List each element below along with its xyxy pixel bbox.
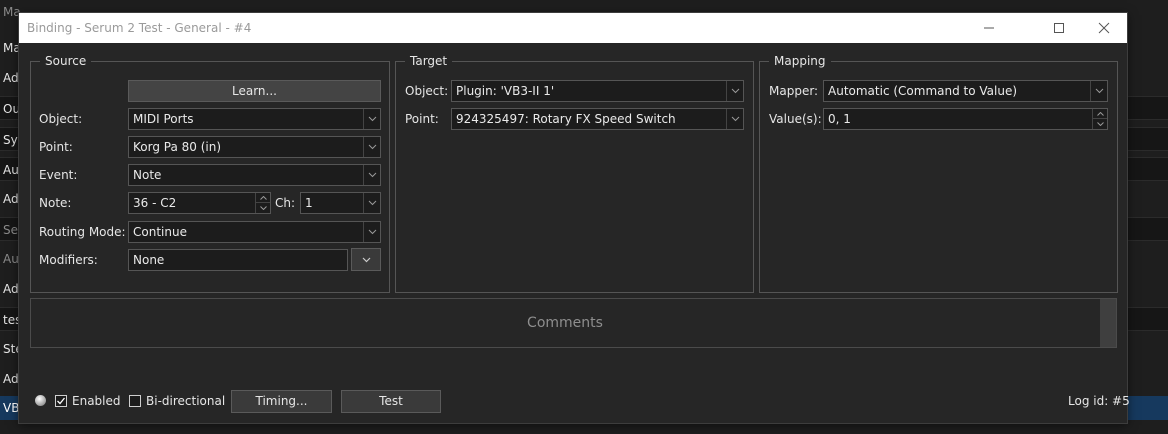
modifiers-value: None xyxy=(133,253,165,267)
target-object-select[interactable]: Plugin: 'VB3-II 1' xyxy=(451,80,744,102)
target-point-select[interactable]: 924325497: Rotary FX Speed Switch xyxy=(451,108,744,130)
source-group-title: Source xyxy=(40,53,92,69)
channel-select[interactable]: 1 xyxy=(300,192,381,214)
source-routing-label: Routing Mode: xyxy=(39,225,126,239)
routing-mode-select[interactable]: Continue xyxy=(128,221,381,243)
enabled-checkbox[interactable] xyxy=(55,395,67,407)
chevron-down-icon[interactable] xyxy=(726,109,743,129)
chevron-down-icon[interactable] xyxy=(726,81,743,101)
target-group-title: Target xyxy=(405,53,453,69)
source-ch-label: Ch: xyxy=(275,196,296,210)
learn-button[interactable]: Learn... xyxy=(128,80,381,102)
source-point-value: Korg Pa 80 (in) xyxy=(133,140,222,154)
chevron-down-icon xyxy=(362,257,370,263)
comments-scrollbar[interactable] xyxy=(1100,299,1116,347)
chevron-down-icon[interactable] xyxy=(363,222,380,242)
target-point-label: Point: xyxy=(405,112,439,126)
routing-mode-value: Continue xyxy=(133,225,187,239)
source-modifiers-label: Modifiers: xyxy=(39,253,98,267)
spin-down-icon[interactable] xyxy=(1093,119,1107,129)
test-button[interactable]: Test xyxy=(341,390,441,413)
spin-up-icon[interactable] xyxy=(256,193,270,203)
note-value: 36 - C2 xyxy=(133,196,177,210)
mapper-value: Automatic (Command to Value) xyxy=(828,84,1018,98)
source-group: Source Learn... Object: MIDI Ports Point… xyxy=(30,53,390,293)
source-point-select[interactable]: Korg Pa 80 (in) xyxy=(128,136,381,158)
note-spinbox[interactable]: 36 - C2 xyxy=(128,192,271,214)
values-value: 0, 1 xyxy=(828,112,851,126)
mapper-label: Mapper: xyxy=(769,84,819,98)
source-event-label: Event: xyxy=(39,168,78,182)
minimize-icon xyxy=(984,27,994,29)
channel-value: 1 xyxy=(305,196,313,210)
close-button[interactable] xyxy=(1081,13,1127,43)
mapper-select[interactable]: Automatic (Command to Value) xyxy=(823,80,1108,102)
values-label: Value(s): xyxy=(769,112,822,126)
comments-placeholder: Comments xyxy=(527,315,603,331)
target-object-label: Object: xyxy=(405,84,449,98)
source-event-select[interactable]: Note xyxy=(128,164,381,186)
source-event-value: Note xyxy=(133,168,162,182)
source-object-select[interactable]: MIDI Ports xyxy=(128,108,381,130)
target-point-value: 924325497: Rotary FX Speed Switch xyxy=(456,112,676,126)
mapping-group: Mapping Mapper: Automatic (Command to Va… xyxy=(759,53,1118,293)
spin-up-icon[interactable] xyxy=(1093,109,1107,119)
chevron-down-icon[interactable] xyxy=(363,165,380,185)
log-id: Log id: #5 xyxy=(1068,394,1130,408)
target-group: Target Object: Plugin: 'VB3-II 1' Point:… xyxy=(395,53,754,293)
mapping-group-title: Mapping xyxy=(769,53,831,69)
timing-button[interactable]: Timing... xyxy=(231,390,332,413)
source-note-label: Note: xyxy=(39,196,72,210)
modifiers-dropdown-button[interactable] xyxy=(351,248,381,271)
maximize-button[interactable] xyxy=(1036,13,1082,43)
enabled-label[interactable]: Enabled xyxy=(72,390,121,412)
spin-down-icon[interactable] xyxy=(256,203,270,213)
source-object-value: MIDI Ports xyxy=(133,112,194,126)
chevron-down-icon[interactable] xyxy=(363,137,380,157)
title-bar[interactable]: Binding - Serum 2 Test - General - #4 xyxy=(19,13,1127,43)
modifiers-field[interactable]: None xyxy=(128,249,348,271)
target-object-value: Plugin: 'VB3-II 1' xyxy=(456,84,555,98)
source-object-label: Object: xyxy=(39,112,83,126)
source-point-label: Point: xyxy=(39,140,73,154)
chevron-down-icon[interactable] xyxy=(1090,81,1107,101)
minimize-button[interactable] xyxy=(966,13,1012,43)
chevron-down-icon[interactable] xyxy=(363,109,380,129)
close-icon xyxy=(1098,22,1110,34)
maximize-icon xyxy=(1054,23,1064,33)
bidirectional-checkbox[interactable] xyxy=(129,395,141,407)
binding-dialog: Binding - Serum 2 Test - General - #4 So… xyxy=(19,13,1130,423)
window-title: Binding - Serum 2 Test - General - #4 xyxy=(27,21,252,35)
values-spinbox[interactable]: 0, 1 xyxy=(823,108,1108,130)
comments-textarea[interactable]: Comments xyxy=(30,298,1117,348)
status-led-icon xyxy=(35,395,46,406)
chevron-down-icon[interactable] xyxy=(363,193,380,213)
bidirectional-label[interactable]: Bi-directional xyxy=(146,390,225,412)
check-icon xyxy=(57,397,66,405)
